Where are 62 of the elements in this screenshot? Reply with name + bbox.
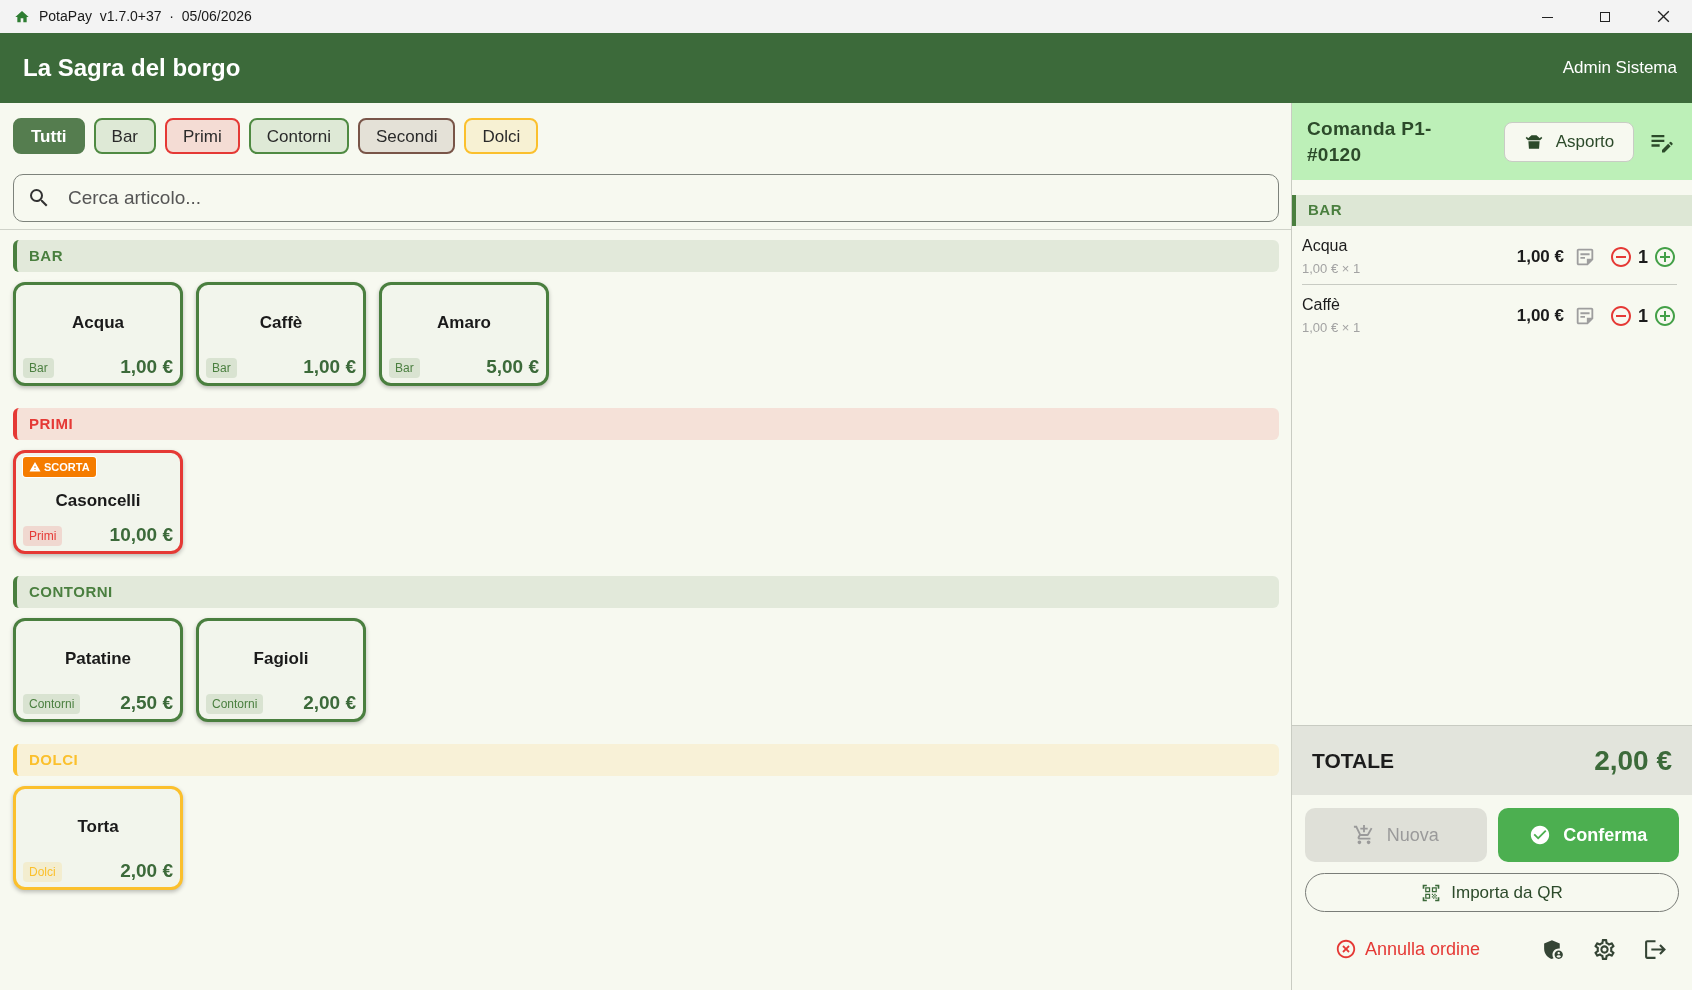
product-price: 2,00 € <box>303 692 356 714</box>
product-card[interactable]: SCORTA Casoncelli Primi 10,00 € <box>13 450 183 554</box>
product-price: 10,00 € <box>109 524 173 546</box>
category-tag: Bar <box>23 358 54 378</box>
filter-chip[interactable]: Primi <box>165 118 240 154</box>
line-name: Caffè <box>1302 295 1341 315</box>
product-card[interactable]: Patatine Contorni 2,50 € <box>13 618 183 722</box>
group-header: BAR <box>1292 195 1692 226</box>
product-price: 5,00 € <box>486 356 539 378</box>
filter-chip[interactable]: Tutti <box>13 118 85 154</box>
product-price: 1,00 € <box>120 356 173 378</box>
cancel-order-button[interactable]: Annulla ordine <box>1335 935 1481 963</box>
line-name: Acqua <box>1302 236 1349 256</box>
product-name: Amaro <box>437 311 491 334</box>
cart-plus-icon <box>1352 824 1375 846</box>
line-amount: 1,00 € <box>1516 246 1564 269</box>
order-title: Comanda P1-#0120 <box>1307 116 1433 167</box>
product-card[interactable]: Torta Dolci 2,00 € <box>13 786 183 890</box>
product-name: Fagioli <box>253 647 309 670</box>
line-quantity: 1 <box>1638 304 1648 328</box>
line-amount: 1,00 € <box>1516 305 1564 328</box>
window-title: PotaPay v1.7.0+37 · 05/06/2026 <box>39 7 252 26</box>
qr-scan-icon <box>1421 882 1442 903</box>
product-card[interactable]: Amaro Bar 5,00 € <box>379 282 549 386</box>
takeaway-button[interactable]: Asporto <box>1504 121 1634 162</box>
category-tag: Primi <box>23 526 63 546</box>
total-label: TOTALE <box>1312 747 1395 774</box>
section-header: BAR <box>13 240 1279 272</box>
filter-chip[interactable]: Contorni <box>248 118 349 154</box>
category-tag: Bar <box>389 358 420 378</box>
line-quantity: 1 <box>1638 245 1648 269</box>
search-field[interactable]: Cerca articolo... <box>13 174 1279 222</box>
filter-chip[interactable]: Bar <box>93 118 157 154</box>
product-name: Caffè <box>259 311 303 334</box>
settings-icon[interactable] <box>1592 936 1617 962</box>
category-tag: Bar <box>206 358 237 378</box>
product-name: Patatine <box>64 647 132 670</box>
product-card[interactable]: Fagioli Contorni 2,00 € <box>196 618 366 722</box>
product-card[interactable]: Caffè Bar 1,00 € <box>196 282 366 386</box>
product-name: Casoncelli <box>55 489 141 512</box>
category-tag: Contorni <box>206 694 264 714</box>
product-price: 2,00 € <box>120 860 173 882</box>
product-card[interactable]: Acqua Bar 1,00 € <box>13 282 183 386</box>
section-header: DOLCI <box>13 744 1279 776</box>
product-name: Acqua <box>72 311 124 334</box>
total-amount: 2,00 € <box>1594 743 1672 778</box>
category-tag: Contorni <box>23 694 81 714</box>
line-detail: 1,00 € × 1 <box>1302 319 1361 337</box>
section-header: PRIMI <box>13 408 1279 440</box>
filter-chip[interactable]: Secondi <box>358 118 456 154</box>
category-tag: Dolci <box>23 862 62 882</box>
product-price: 1,00 € <box>303 356 356 378</box>
product-name: Torta <box>77 815 119 838</box>
section-header: CONTORNI <box>13 576 1279 608</box>
filter-chip[interactable]: Dolci <box>464 118 539 154</box>
house-icon <box>14 8 30 25</box>
product-price: 2,50 € <box>120 692 173 714</box>
user-name: Admin Sistema <box>1562 57 1677 80</box>
line-detail: 1,00 € × 1 <box>1302 260 1361 278</box>
warning-icon <box>29 461 41 473</box>
app-title: La Sagra del borgo <box>23 53 241 83</box>
stock-label: SCORTA <box>44 461 90 473</box>
